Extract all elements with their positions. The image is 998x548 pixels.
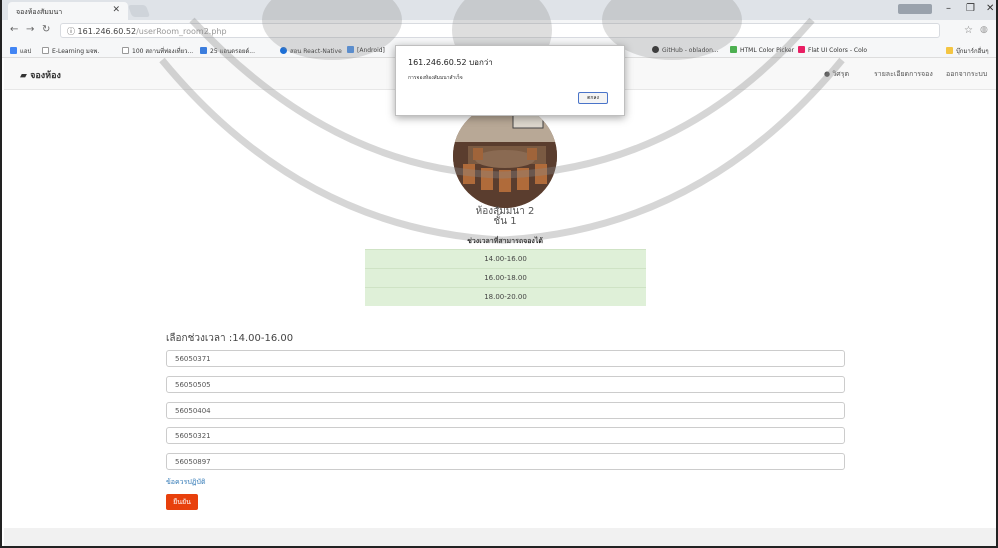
bookmark-item[interactable]: สอน React-Native <box>280 46 342 56</box>
user-icon: ● <box>824 70 831 78</box>
maximize-icon[interactable]: ❐ <box>966 3 975 14</box>
student-id-field[interactable] <box>166 402 845 419</box>
confirm-button[interactable]: ยืนยัน <box>166 494 198 510</box>
bookmark-star-icon[interactable]: ☆ <box>964 25 973 36</box>
site-icon <box>798 46 805 53</box>
site-icon <box>280 47 287 54</box>
extension-icon[interactable]: ◍ <box>980 25 988 35</box>
address-bar[interactable]: ⓘ 161.246.60.52/userRoom_room2.php <box>60 23 940 38</box>
available-slots-table: 14.00-16.00 16.00-18.00 18.00-20.00 <box>365 249 646 306</box>
student-id-field[interactable] <box>166 376 845 393</box>
bookmark-item[interactable]: E-Learning มจพ. <box>42 46 99 56</box>
alert-message: การจองห้องสัมมนาสำเร็จ <box>408 75 463 81</box>
minimize-icon[interactable]: – <box>946 3 951 14</box>
slots-heading: ช่วงเวลาที่สามารถจองได้ <box>467 237 543 245</box>
site-icon <box>200 47 207 54</box>
student-id-field[interactable] <box>166 350 845 367</box>
selected-time-value: 14.00-16.00 <box>232 333 294 344</box>
info-icon[interactable]: ⓘ <box>67 27 75 36</box>
bookmark-item[interactable]: HTML Color Picker <box>730 46 794 54</box>
page-icon <box>122 47 129 54</box>
nav-logout[interactable]: ออกจากระบบ <box>946 69 987 80</box>
site-icon <box>347 46 354 53</box>
new-tab-button[interactable] <box>127 5 151 17</box>
student-id-field[interactable] <box>166 427 845 444</box>
alert-ok-button[interactable]: ตกลง <box>578 92 608 104</box>
url-host: 161.246.60.52 <box>77 27 137 36</box>
bookmark-item[interactable]: [Android] <box>347 46 385 54</box>
url-path: /userRoom_room2.php <box>136 27 227 36</box>
alert-title: 161.246.60.52 บอกว่า <box>408 58 493 67</box>
slot-row[interactable]: 14.00-16.00 <box>365 249 646 268</box>
folder-icon <box>946 47 953 54</box>
slot-row[interactable]: 16.00-18.00 <box>365 268 646 287</box>
toolbar: ← → ↻ ⓘ 161.246.60.52/userRoom_room2.php… <box>2 20 996 42</box>
bookmark-item[interactable]: Flat UI Colors - Colo <box>798 46 867 54</box>
nav-user[interactable]: ● วิศรุต <box>824 69 849 80</box>
rules-link[interactable]: ข้อควรปฏิบัติ <box>166 477 206 488</box>
nav-booking-details[interactable]: รายละเอียดการจอง <box>874 69 933 80</box>
close-tab-icon[interactable]: ✕ <box>112 5 120 15</box>
book-icon: ▰ <box>20 71 27 81</box>
selected-time-label: เลือกช่วงเวลา :14.00-16.00 <box>166 331 293 346</box>
browser-tab[interactable]: จองห้องสัมมนา ✕ <box>8 2 128 20</box>
other-bookmarks[interactable]: บุ๊กมาร์กอื่นๆ <box>946 46 989 56</box>
room-photo <box>453 104 557 208</box>
brand-label: จองห้อง <box>30 71 61 81</box>
page-icon <box>42 47 49 54</box>
footer <box>4 528 996 546</box>
profile-chip[interactable] <box>898 4 932 14</box>
slot-row[interactable]: 18.00-20.00 <box>365 287 646 306</box>
back-icon[interactable]: ← <box>10 24 18 35</box>
close-window-icon[interactable]: ✕ <box>986 3 994 14</box>
bookmark-item[interactable]: แอป <box>10 46 31 56</box>
github-icon <box>652 46 659 53</box>
brand[interactable]: ▰ จองห้อง <box>20 68 61 82</box>
forward-icon[interactable]: → <box>26 24 34 35</box>
selected-time-prefix: เลือกช่วงเวลา : <box>166 333 233 344</box>
browser-window: จองห้องสัมมนา ✕ – ❐ ✕ ← → ↻ ⓘ 161.246.60… <box>0 0 998 548</box>
apps-grid-icon <box>10 47 17 54</box>
tab-title: จองห้องสัมมนา <box>16 8 63 16</box>
student-id-field[interactable] <box>166 453 845 470</box>
nav-user-label: วิศรุต <box>832 70 850 78</box>
tab-strip: จองห้องสัมมนา ✕ – ❐ ✕ <box>2 0 996 20</box>
bookmark-item[interactable]: 25 แอนดรอยด์... <box>200 46 255 56</box>
site-icon <box>730 46 737 53</box>
bookmark-item[interactable]: 100 สถานที่ท่องเที่ยว... <box>122 46 193 56</box>
reload-icon[interactable]: ↻ <box>42 24 50 35</box>
bookmark-item[interactable]: GitHub - obladon... <box>652 46 719 54</box>
room-floor: ชั้น 1 <box>493 216 517 227</box>
alert-dialog: 161.246.60.52 บอกว่า การจองห้องสัมมนาสำเ… <box>395 45 625 116</box>
